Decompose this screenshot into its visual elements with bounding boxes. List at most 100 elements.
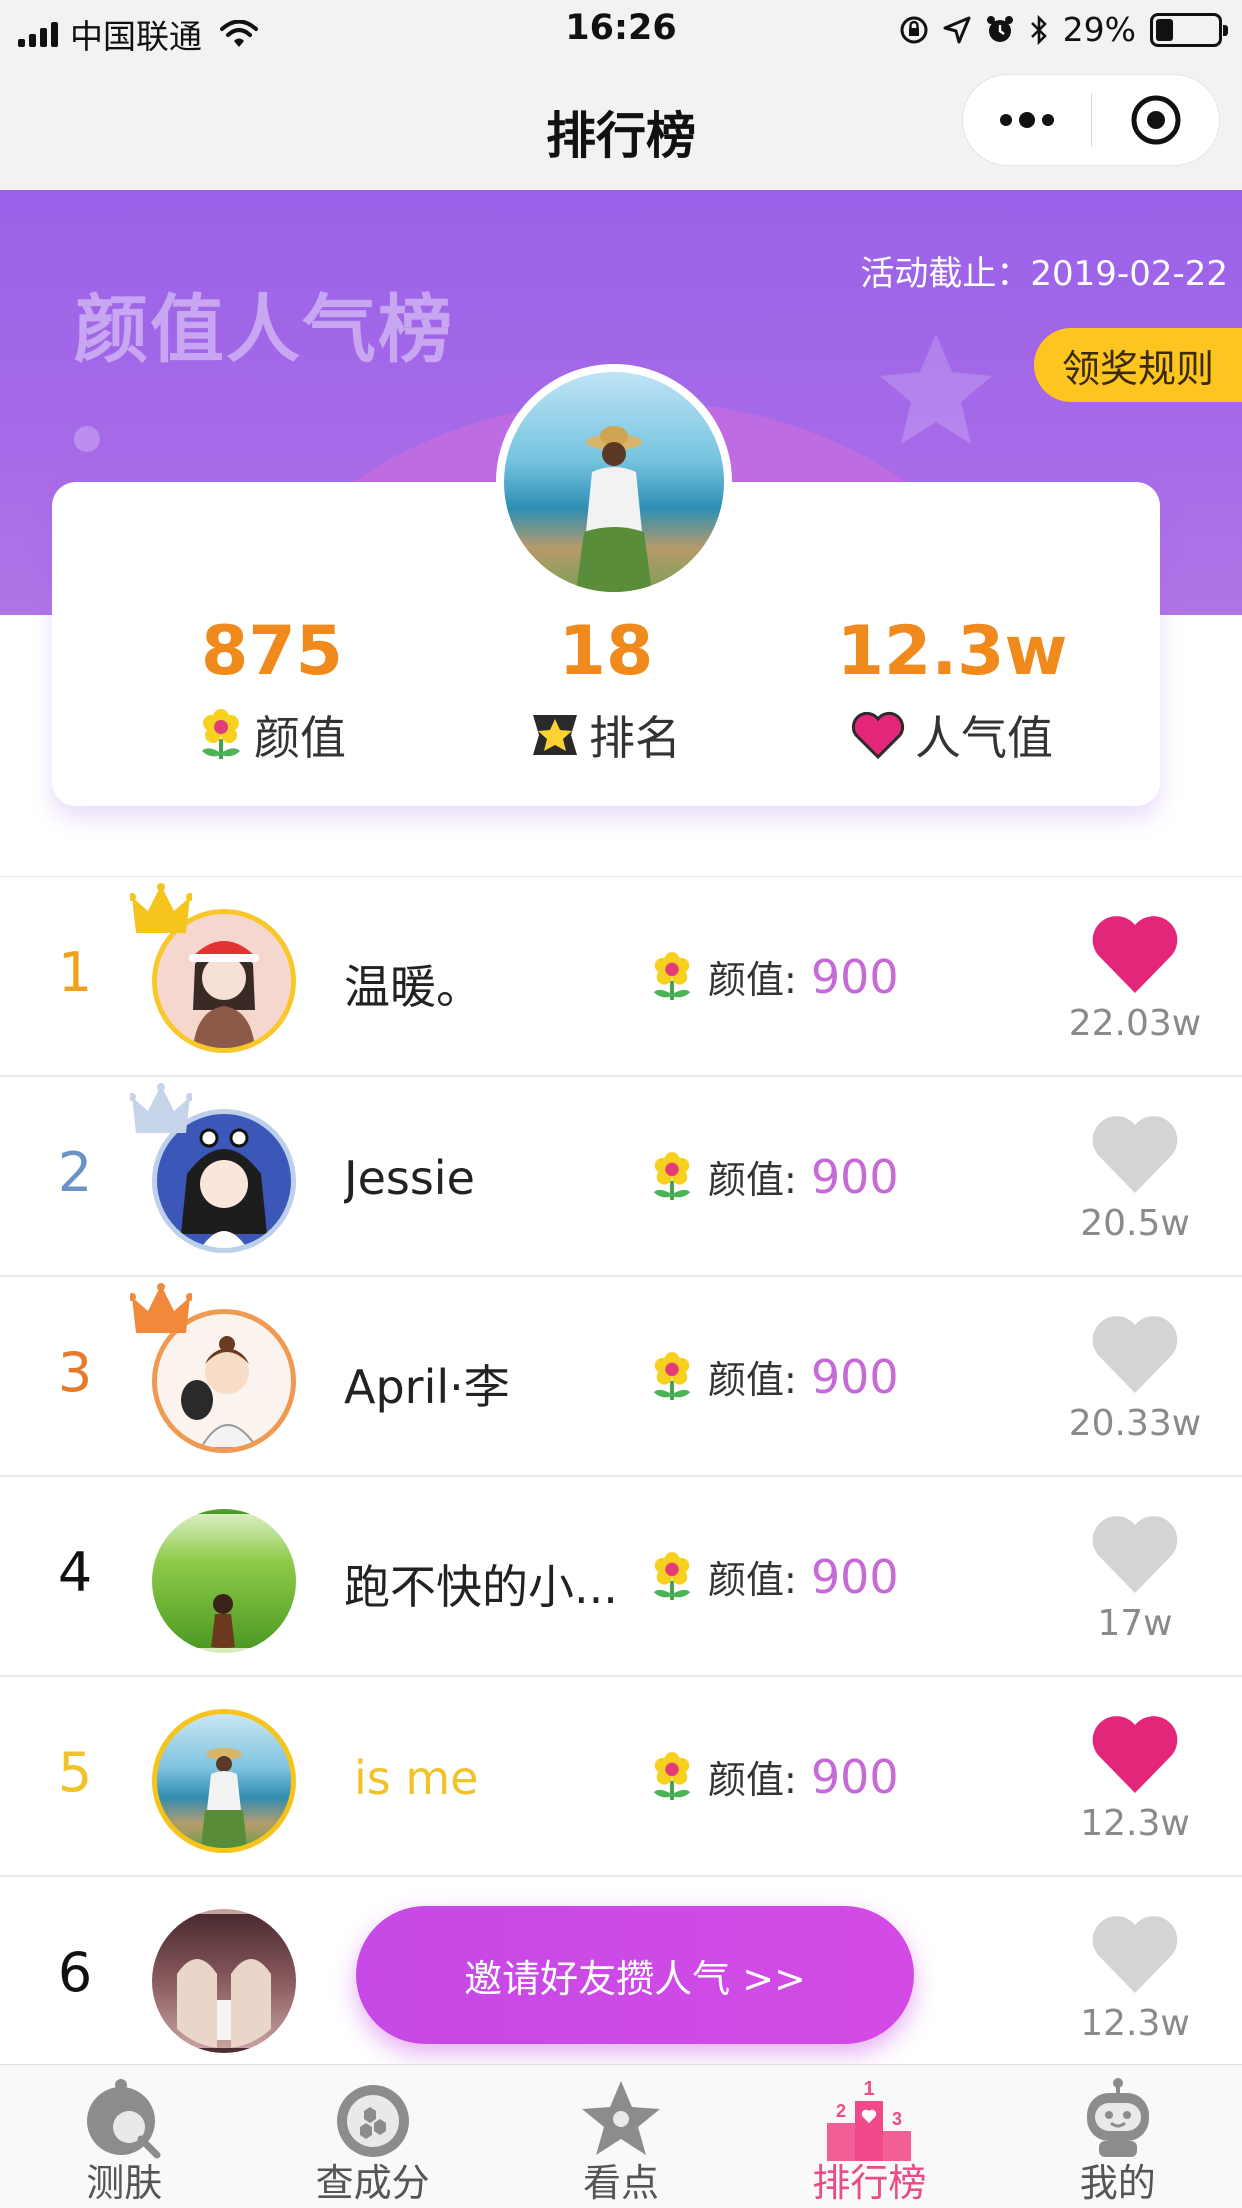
- heart-outline-icon: [1092, 1916, 1178, 1993]
- more-dots-icon: [1000, 114, 1012, 126]
- score-block: 颜值: 900: [650, 1549, 899, 1604]
- rank-number: 4: [57, 1541, 93, 1604]
- rank-number: 2: [57, 1141, 93, 1204]
- avatar-photo: [576, 426, 652, 592]
- orientation-lock-icon: [900, 16, 928, 43]
- tab-label: 排行榜: [812, 2161, 927, 2205]
- mini-program-capsule: [962, 74, 1220, 166]
- tab-ingredients[interactable]: 查成分: [248, 2065, 496, 2208]
- stat-popularity: 12.3w 人气值: [772, 618, 1132, 768]
- decor-dot: [74, 426, 100, 452]
- ingredients-icon: [336, 2085, 409, 2157]
- stat-label: 排名: [589, 711, 681, 765]
- table-row[interactable]: 3 April·李 颜值: 900 20.33w: [0, 1277, 1242, 1477]
- more-menu-button[interactable]: [963, 74, 1091, 166]
- score-value: 900: [810, 1749, 899, 1804]
- score-block: 颜值: 900: [650, 1349, 899, 1404]
- tab-label: 我的: [1079, 2161, 1156, 2205]
- like-count: 20.5w: [1080, 1203, 1190, 1244]
- location-arrow-icon: [943, 16, 971, 43]
- table-row[interactable]: 4 跑不快的小... 颜值: 900 17w: [0, 1477, 1242, 1677]
- event-deadline: 活动截止：2019-02-22: [860, 254, 1228, 294]
- rank-number: 3: [57, 1341, 93, 1404]
- flower-icon: [653, 1551, 691, 1600]
- like-count: 17w: [1097, 1603, 1173, 1644]
- svg-text:1: 1: [864, 2078, 875, 2100]
- tab-profile[interactable]: 我的: [994, 2065, 1242, 2208]
- score-value: 900: [810, 1149, 899, 1204]
- stat-beauty: 875 颜值: [92, 618, 452, 768]
- tab-skin-test[interactable]: 测肤: [0, 2065, 248, 2208]
- flower-icon: [653, 951, 691, 1000]
- skin-test-icon: [87, 2079, 161, 2159]
- score-label: 颜值:: [708, 1558, 797, 1602]
- score-value: 900: [810, 1349, 899, 1404]
- like-button[interactable]: 12.3w: [1060, 1913, 1210, 2044]
- rank-number: 5: [57, 1741, 93, 1804]
- close-mini-program-button[interactable]: [1092, 74, 1219, 166]
- banner-title: 颜值人气榜: [74, 287, 454, 373]
- heart-outline-icon: [1092, 1116, 1178, 1193]
- score-block: 颜值: 900: [650, 1149, 899, 1204]
- score-label: 颜值:: [708, 1158, 797, 1202]
- svg-text:2: 2: [836, 2101, 846, 2121]
- stat-label: 人气值: [915, 711, 1053, 765]
- like-count: 12.3w: [1080, 1803, 1190, 1844]
- stat-value: 18: [558, 612, 654, 691]
- tab-highlights[interactable]: 看点: [497, 2065, 745, 2208]
- score-block: 颜值: 900: [650, 949, 899, 1004]
- table-row-me[interactable]: 5 is me 颜值: 900 12.3w: [0, 1677, 1242, 1877]
- like-button[interactable]: 22.03w: [1060, 913, 1210, 1044]
- stat-rank: 18 排名: [426, 618, 786, 768]
- rules-button[interactable]: 领奖规则: [1034, 328, 1242, 402]
- highlights-icon: [581, 2081, 660, 2155]
- bottom-tab-bar: 测肤 查成分 看点 1 2 3 排行榜 我的: [0, 2064, 1242, 2208]
- user-name: 跑不快的小...: [344, 1560, 618, 1614]
- score-value: 900: [810, 1549, 899, 1604]
- like-button[interactable]: 20.33w: [1060, 1313, 1210, 1444]
- user-avatar[interactable]: [152, 1909, 296, 2053]
- score-value: 900: [810, 949, 899, 1004]
- tab-ranking[interactable]: 1 2 3 排行榜: [745, 2065, 993, 2208]
- nav-bar: 排行榜: [0, 62, 1242, 190]
- user-name: April·李: [344, 1360, 510, 1414]
- star-badge-icon: [533, 715, 577, 755]
- score-label: 颜值:: [708, 1358, 797, 1402]
- like-count: 22.03w: [1068, 1003, 1202, 1044]
- like-count: 20.33w: [1068, 1403, 1202, 1444]
- user-avatar[interactable]: [152, 1509, 296, 1653]
- flower-icon: [653, 1151, 691, 1200]
- flower-icon: [202, 709, 240, 759]
- crown-silver-icon: [130, 1083, 192, 1133]
- target-close-icon: [1131, 95, 1180, 145]
- table-row[interactable]: 1 温暖。 颜值: 900 22.03w: [0, 877, 1242, 1077]
- table-row[interactable]: 2 Jessie 颜值: 900 20.5w: [0, 1077, 1242, 1277]
- my-avatar[interactable]: [496, 364, 732, 600]
- svg-text:3: 3: [892, 2109, 902, 2129]
- like-count: 12.3w: [1080, 2003, 1190, 2044]
- heart-outline-icon: [1092, 1516, 1178, 1593]
- tab-label: 测肤: [86, 2161, 163, 2205]
- score-block: 颜值: 900: [650, 1749, 899, 1804]
- crown-bronze-icon: [130, 1283, 192, 1333]
- like-button[interactable]: 17w: [1060, 1513, 1210, 1644]
- score-label: 颜值:: [708, 958, 797, 1002]
- battery-icon: [1150, 12, 1228, 47]
- ranking-list: 1 温暖。 颜值: 900 22.03w 2 Jessie 颜值: 900 20…: [0, 876, 1242, 2077]
- rank-number: 6: [57, 1941, 93, 2004]
- heart-outline-icon: [1092, 1316, 1178, 1393]
- flower-icon: [653, 1751, 691, 1800]
- status-bar: 中国联通 16:26 29%: [0, 0, 1242, 62]
- user-avatar[interactable]: [152, 1709, 296, 1853]
- alarm-icon: [986, 15, 1013, 42]
- stat-label: 颜值: [254, 711, 346, 765]
- like-button[interactable]: 12.3w: [1060, 1713, 1210, 1844]
- profile-robot-icon: [1086, 2078, 1149, 2157]
- stat-value: 875: [201, 612, 343, 691]
- heart-filled-icon: [1092, 1716, 1178, 1793]
- like-button[interactable]: 20.5w: [1060, 1113, 1210, 1244]
- user-name: 温暖。: [344, 960, 482, 1014]
- user-name: is me: [354, 1751, 479, 1805]
- score-label: 颜值:: [708, 1758, 797, 1802]
- invite-friends-button[interactable]: 邀请好友攒人气 >>: [356, 1906, 914, 2044]
